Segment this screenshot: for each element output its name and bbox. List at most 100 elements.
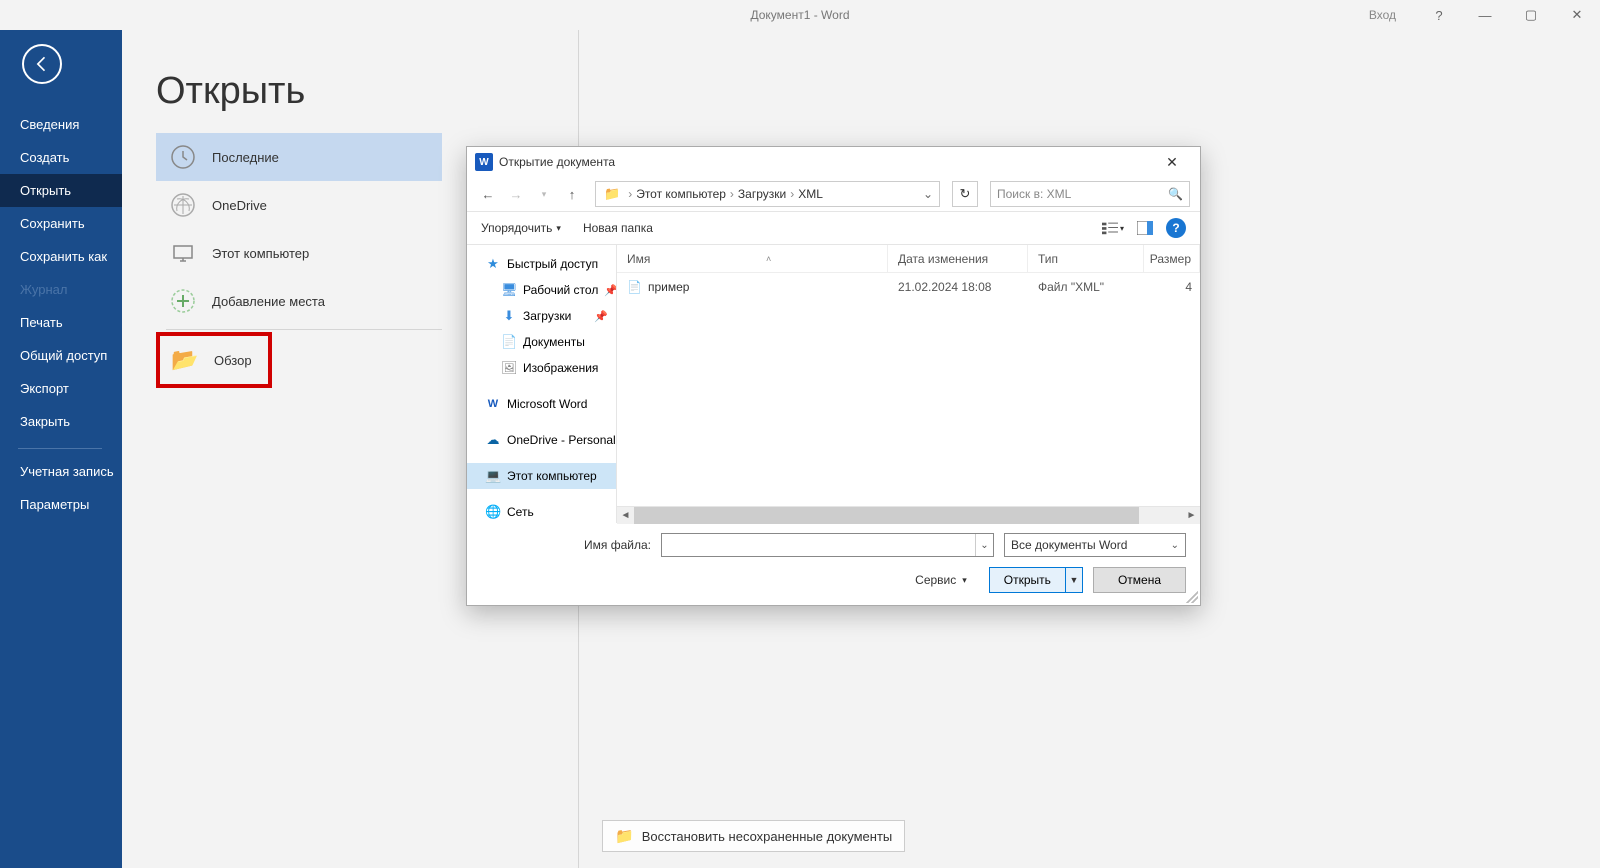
sidebar-item-account[interactable]: Учетная запись (0, 455, 122, 488)
service-menu[interactable]: Сервис▾ (915, 573, 967, 587)
sidebar-item-open[interactable]: Открыть (0, 174, 122, 207)
location-browse[interactable]: 📂 Обзор (156, 332, 272, 388)
file-list-header: Имя˄ Дата изменения Тип Размер (617, 245, 1200, 273)
sidebar-item-saveas[interactable]: Сохранить как (0, 240, 122, 273)
back-button[interactable] (22, 44, 62, 84)
view-options-button[interactable]: ▾ (1102, 217, 1124, 239)
filename-history-dropdown[interactable]: ⌄ (975, 534, 993, 556)
tree-network[interactable]: 🌐Сеть (467, 499, 616, 523)
filename-row: Имя файла: ⌄ Все документы Word⌄ (481, 533, 1186, 557)
location-label: Обзор (214, 353, 252, 368)
tree-downloads[interactable]: ⬇Загрузки📌 (467, 303, 616, 329)
help-button[interactable]: ? (1416, 0, 1462, 30)
location-label: Последние (212, 150, 279, 165)
column-date[interactable]: Дата изменения (888, 245, 1028, 272)
scroll-right-button[interactable]: ► (1183, 507, 1200, 524)
tree-desktop[interactable]: 🖥Рабочий стол📌 (467, 277, 616, 303)
folder-icon: 📁 (604, 186, 620, 202)
tree-documents[interactable]: 📄Документы (467, 329, 616, 355)
dialog-close-button[interactable]: ✕ (1152, 150, 1192, 174)
location-list: Последние OneDrive Этот компьютер Добавл… (156, 133, 442, 388)
search-icon: 🔍 (1168, 187, 1183, 201)
open-button[interactable]: Открыть ▼ (989, 567, 1083, 593)
folder-tree: ★Быстрый доступ 🖥Рабочий стол📌 ⬇Загрузки… (467, 245, 617, 523)
scroll-track[interactable] (634, 507, 1183, 524)
file-row[interactable]: 📄пример 21.02.2024 18:08 Файл "XML" 4 (617, 273, 1200, 301)
scroll-thumb[interactable] (634, 507, 1139, 524)
file-list-body: 📄пример 21.02.2024 18:08 Файл "XML" 4 (617, 273, 1200, 506)
document-icon: 📄 (501, 334, 517, 350)
minimize-button[interactable]: — (1462, 0, 1508, 30)
page-title: Открыть (156, 70, 1600, 113)
cancel-button[interactable]: Отмена (1093, 567, 1186, 593)
plus-icon (166, 284, 200, 318)
maximize-button[interactable]: ▢ (1508, 0, 1554, 30)
location-label: OneDrive (212, 198, 267, 213)
filename-input[interactable]: ⌄ (661, 533, 994, 557)
chevron-right-icon: › (790, 187, 794, 201)
nav-back-button[interactable]: ← (477, 183, 499, 205)
breadcrumb-p2[interactable]: XML (798, 187, 823, 201)
sidebar-item-options[interactable]: Параметры (0, 488, 122, 521)
document-title: Документ1 - Word (750, 8, 849, 22)
organize-menu[interactable]: Упорядочить▾ (481, 221, 561, 235)
open-split-dropdown[interactable]: ▼ (1066, 568, 1082, 592)
nav-forward-button: → (505, 183, 527, 205)
sidebar-item-new[interactable]: Создать (0, 141, 122, 174)
breadcrumb-root[interactable]: Этот компьютер (636, 187, 726, 201)
location-addplace[interactable]: Добавление места (156, 277, 442, 325)
breadcrumb-p1[interactable]: Загрузки (738, 187, 786, 201)
location-separator (166, 329, 442, 330)
sidebar-item-close[interactable]: Закрыть (0, 405, 122, 438)
recover-label: Восстановить несохраненные документы (642, 829, 893, 844)
close-button[interactable]: ✕ (1554, 0, 1600, 30)
scroll-left-button[interactable]: ◄ (617, 507, 634, 524)
login-link[interactable]: Вход (1369, 8, 1396, 22)
nav-recent-dropdown[interactable]: ▾ (533, 183, 555, 205)
refresh-button[interactable]: ↻ (952, 181, 978, 207)
desktop-icon: 🖥 (501, 282, 517, 298)
recover-unsaved-button[interactable]: 📁 Восстановить несохраненные документы (602, 820, 905, 852)
search-input[interactable]: Поиск в: XML 🔍 (990, 181, 1190, 207)
file-date: 21.02.2024 18:08 (888, 280, 1028, 294)
dialog-titlebar: W Открытие документа ✕ (467, 147, 1200, 177)
window-controls: Вход ? — ▢ ✕ (1369, 0, 1600, 30)
resize-grip[interactable] (1186, 591, 1198, 603)
filetype-select[interactable]: Все документы Word⌄ (1004, 533, 1186, 557)
download-icon: ⬇ (501, 308, 517, 324)
column-size[interactable]: Размер (1144, 245, 1200, 272)
column-name[interactable]: Имя˄ (617, 245, 888, 272)
backstage-sidebar: Сведения Создать Открыть Сохранить Сохра… (0, 30, 122, 868)
sidebar-separator (18, 448, 102, 449)
file-open-dialog: W Открытие документа ✕ ← → ▾ ↑ 📁 › Этот … (466, 146, 1201, 606)
cloud-icon (166, 188, 200, 222)
sidebar-item-print[interactable]: Печать (0, 306, 122, 339)
new-folder-button[interactable]: Новая папка (583, 221, 653, 235)
word-icon: W (485, 398, 501, 410)
star-icon: ★ (485, 256, 501, 272)
tree-thispc[interactable]: 💻Этот компьютер (467, 463, 616, 489)
location-onedrive[interactable]: OneDrive (156, 181, 442, 229)
sidebar-item-info[interactable]: Сведения (0, 108, 122, 141)
preview-pane-button[interactable] (1134, 217, 1156, 239)
location-thispc[interactable]: Этот компьютер (156, 229, 442, 277)
location-recent[interactable]: Последние (156, 133, 442, 181)
file-icon: 📄 (627, 280, 642, 294)
nav-up-button[interactable]: ↑ (561, 183, 583, 205)
location-label: Добавление места (212, 294, 325, 309)
column-type[interactable]: Тип (1028, 245, 1144, 272)
tree-onedrive[interactable]: ☁OneDrive - Personal (467, 427, 616, 453)
computer-icon: 💻 (485, 468, 501, 484)
tree-quick-access[interactable]: ★Быстрый доступ (467, 251, 616, 277)
pin-icon: 📌 (594, 310, 608, 323)
horizontal-scrollbar[interactable]: ◄ ► (617, 506, 1200, 523)
sidebar-item-export[interactable]: Экспорт (0, 372, 122, 405)
sidebar-item-share[interactable]: Общий доступ (0, 339, 122, 372)
sidebar-list: Сведения Создать Открыть Сохранить Сохра… (0, 108, 122, 521)
breadcrumb-dropdown[interactable]: ⌄ (917, 187, 939, 201)
help-icon[interactable]: ? (1166, 218, 1186, 238)
tree-msword[interactable]: WMicrosoft Word (467, 391, 616, 417)
sidebar-item-save[interactable]: Сохранить (0, 207, 122, 240)
tree-pictures[interactable]: 🖼Изображения (467, 355, 616, 381)
breadcrumb-bar[interactable]: 📁 › Этот компьютер › Загрузки › XML ⌄ (595, 181, 940, 207)
